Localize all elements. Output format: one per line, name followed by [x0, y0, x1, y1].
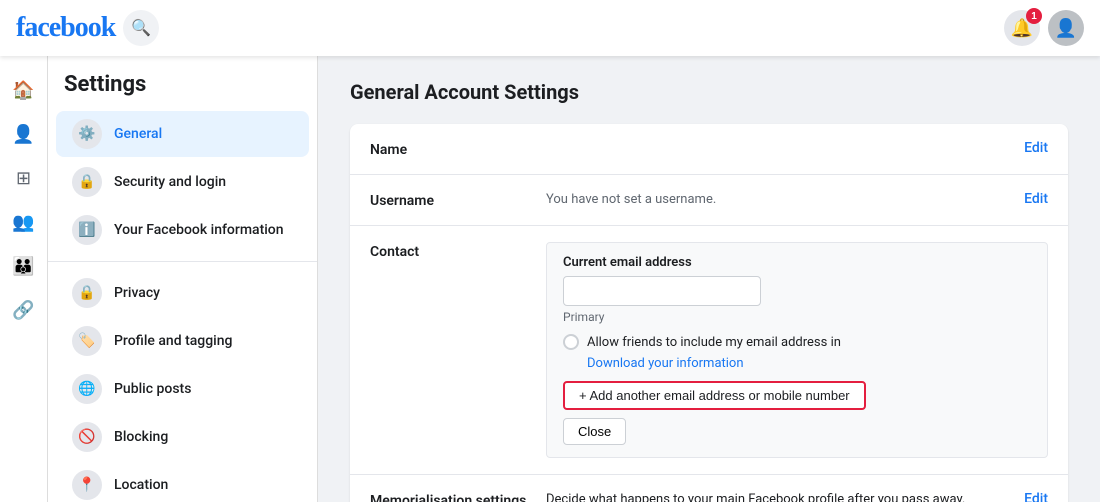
- close-button[interactable]: Close: [563, 418, 626, 445]
- contact-content: Current email address Primary Allow frie…: [546, 242, 1048, 458]
- username-value: You have not set a username.: [546, 192, 716, 207]
- groups-icon: 👪: [12, 256, 34, 277]
- security-icon: 🔒: [72, 167, 102, 197]
- person-icon: 👤: [12, 124, 34, 145]
- sidebar-icon-profile[interactable]: 👤: [6, 116, 42, 152]
- icon-sidebar: 🏠 👤 ⊞ 👥 👪 🔗: [0, 56, 48, 502]
- contact-row: Contact Current email address Primary Al…: [350, 226, 1068, 475]
- name-label: Name: [370, 140, 530, 158]
- name-action: Edit: [1024, 140, 1048, 156]
- download-info-link[interactable]: Download your information: [587, 356, 1031, 371]
- public-icon: 🌐: [72, 374, 102, 404]
- sidebar-item-profile-tagging[interactable]: 🏷️ Profile and tagging: [56, 318, 309, 364]
- main-layout: 🏠 👤 ⊞ 👥 👪 🔗 Settings ⚙️ General 🔒 Securi…: [0, 56, 1100, 502]
- block-icon: 🚫: [72, 422, 102, 452]
- name-row: Name Edit: [350, 124, 1068, 175]
- grid-icon: ⊞: [16, 168, 31, 189]
- sidebar-icon-link[interactable]: 🔗: [6, 292, 42, 328]
- sidebar-icon-grid[interactable]: ⊞: [6, 160, 42, 196]
- sidebar-item-location[interactable]: 📍 Location: [56, 462, 309, 502]
- notification-badge: 1: [1026, 8, 1042, 24]
- username-content: You have not set a username.: [546, 191, 1008, 207]
- user-icon: 👤: [1055, 18, 1077, 39]
- sidebar-item-label: Profile and tagging: [114, 333, 232, 349]
- general-icon: ⚙️: [72, 119, 102, 149]
- link-icon: 🔗: [12, 300, 34, 321]
- sidebar-item-label: Location: [114, 477, 168, 493]
- close-wrapper: Close: [563, 410, 1031, 445]
- topnav-right: 🔔 1 👤: [1004, 10, 1084, 46]
- sidebar-item-label: Privacy: [114, 285, 160, 301]
- sidebar-icon-friends[interactable]: 👥: [6, 204, 42, 240]
- sidebar-item-privacy[interactable]: 🔒 Privacy: [56, 270, 309, 316]
- main-content: General Account Settings Name Edit Usern…: [318, 56, 1100, 502]
- memorialisation-action: Edit: [1024, 491, 1048, 502]
- memorialisation-content: Decide what happens to your main Faceboo…: [546, 491, 1008, 502]
- memorialisation-value: Decide what happens to your main Faceboo…: [546, 492, 965, 502]
- location-icon: 📍: [72, 470, 102, 500]
- primary-label: Primary: [563, 310, 1031, 324]
- sidebar-item-public-posts[interactable]: 🌐 Public posts: [56, 366, 309, 412]
- sidebar-item-label: Public posts: [114, 381, 191, 397]
- settings-sidebar: Settings ⚙️ General 🔒 Security and login…: [48, 56, 318, 502]
- settings-card: Name Edit Username You have not set a us…: [350, 124, 1068, 502]
- username-row: Username You have not set a username. Ed…: [350, 175, 1068, 226]
- memorialisation-label: Memorialisation settings: [370, 491, 530, 502]
- contact-expanded: Current email address Primary Allow frie…: [546, 242, 1048, 458]
- topnav-left: facebook 🔍: [16, 10, 159, 46]
- tag-icon: 🏷️: [72, 326, 102, 356]
- info-icon: ℹ️: [72, 215, 102, 245]
- add-email-button[interactable]: + Add another email address or mobile nu…: [563, 381, 866, 410]
- sidebar-divider: [48, 261, 317, 262]
- sidebar-item-security[interactable]: 🔒 Security and login: [56, 159, 309, 205]
- home-icon: 🏠: [12, 80, 34, 101]
- friends-icon: 👥: [12, 212, 34, 233]
- notifications-button[interactable]: 🔔 1: [1004, 10, 1040, 46]
- allow-friends-row: Allow friends to include my email addres…: [563, 334, 1031, 350]
- privacy-icon: 🔒: [72, 278, 102, 308]
- sidebar-item-fb-info[interactable]: ℹ️ Your Facebook information: [56, 207, 309, 253]
- sidebar-icon-home[interactable]: 🏠: [6, 72, 42, 108]
- top-navigation: facebook 🔍 🔔 1 👤: [0, 0, 1100, 56]
- sidebar-item-label: Blocking: [114, 429, 168, 445]
- search-icon: 🔍: [131, 18, 151, 38]
- username-action: Edit: [1024, 191, 1048, 207]
- email-section-label: Current email address: [563, 255, 1031, 270]
- username-label: Username: [370, 191, 530, 209]
- memorialisation-edit-link[interactable]: Edit: [1024, 491, 1048, 502]
- username-edit-link[interactable]: Edit: [1024, 191, 1048, 207]
- contact-label: Contact: [370, 242, 530, 260]
- sidebar-item-general[interactable]: ⚙️ General: [56, 111, 309, 157]
- sidebar-item-label: General: [114, 126, 162, 142]
- sidebar-item-label: Security and login: [114, 174, 226, 190]
- name-edit-link[interactable]: Edit: [1024, 140, 1048, 156]
- sidebar-title: Settings: [48, 72, 317, 109]
- page-title: General Account Settings: [350, 80, 1068, 104]
- add-email-wrapper: + Add another email address or mobile nu…: [563, 371, 1031, 410]
- email-input[interactable]: [563, 276, 761, 306]
- sidebar-item-label: Your Facebook information: [114, 222, 284, 238]
- avatar[interactable]: 👤: [1048, 10, 1084, 46]
- allow-friends-radio[interactable]: [563, 334, 579, 350]
- search-button[interactable]: 🔍: [123, 10, 159, 46]
- sidebar-item-blocking[interactable]: 🚫 Blocking: [56, 414, 309, 460]
- facebook-logo: facebook: [16, 12, 115, 44]
- memorialisation-row: Memorialisation settings Decide what hap…: [350, 475, 1068, 502]
- allow-friends-text: Allow friends to include my email addres…: [587, 335, 841, 350]
- sidebar-icon-groups[interactable]: 👪: [6, 248, 42, 284]
